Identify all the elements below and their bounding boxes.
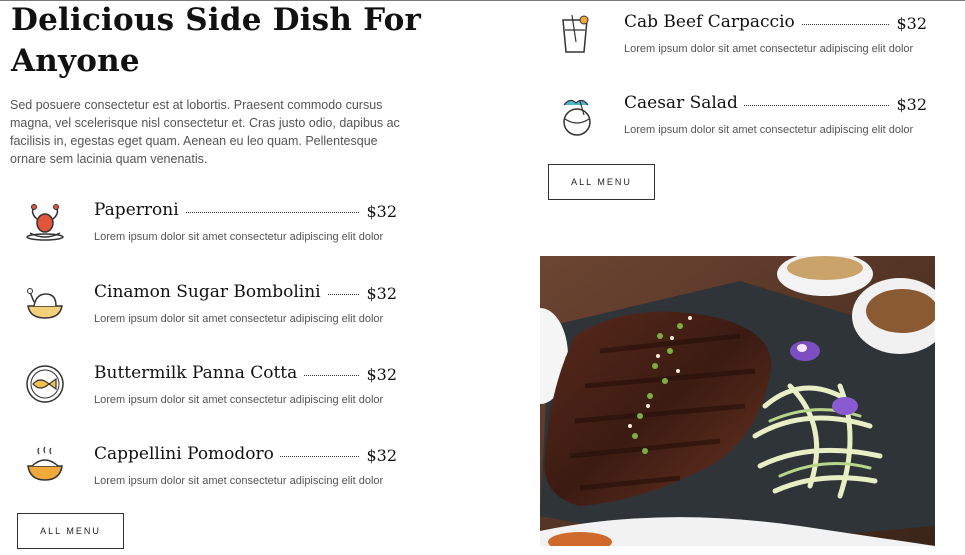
- menu-item-description: Lorem ipsum dolor sit amet consectetur a…: [94, 475, 384, 487]
- food-photo: [540, 256, 935, 546]
- menu-item[interactable]: Paperroni $32 Lorem ipsum dolor sit amet…: [94, 200, 397, 250]
- lobster-dish-icon: [26, 204, 64, 241]
- menu-item-price: $32: [360, 446, 397, 465]
- menu-item-description: Lorem ipsum dolor sit amet consectetur a…: [94, 313, 384, 325]
- all-menu-button-left[interactable]: ALL MENU: [17, 513, 124, 549]
- menu-item-name: Cinamon Sugar Bombolini: [94, 282, 327, 302]
- all-menu-button-right[interactable]: ALL MENU: [548, 164, 655, 200]
- intro-paragraph: Sed posuere consectetur est at lobortis.…: [10, 98, 400, 166]
- menu-item-name: Buttermilk Panna Cotta: [94, 363, 304, 383]
- menu-item-price: $32: [360, 202, 397, 221]
- hot-soup-icon: [27, 446, 63, 481]
- menu-item[interactable]: Cinamon Sugar Bombolini $32 Lorem ipsum …: [94, 282, 397, 332]
- coconut-drink-icon: [563, 99, 591, 136]
- menu-item-price: $32: [360, 365, 397, 384]
- menu-item-description: Lorem ipsum dolor sit amet consectetur a…: [624, 43, 914, 55]
- menu-item-price: $32: [890, 95, 927, 114]
- menu-item-description: Lorem ipsum dolor sit amet consectetur a…: [94, 394, 384, 406]
- menu-item-description: Lorem ipsum dolor sit amet consectetur a…: [94, 231, 384, 243]
- menu-item[interactable]: Cab Beef Carpaccio $32 Lorem ipsum dolor…: [624, 12, 927, 62]
- menu-item[interactable]: Cappellini Pomodoro $32 Lorem ipsum dolo…: [94, 444, 397, 494]
- menu-item-description: Lorem ipsum dolor sit amet consectetur a…: [624, 124, 914, 136]
- fish-plate-icon: [26, 365, 64, 403]
- menu-item-name: Cappellini Pomodoro: [94, 444, 280, 464]
- menu-item-name: Paperroni: [94, 200, 185, 220]
- menu-item[interactable]: Caesar Salad $32 Lorem ipsum dolor sit a…: [624, 93, 927, 143]
- menu-item-name: Caesar Salad: [624, 93, 744, 113]
- menu-item[interactable]: Buttermilk Panna Cotta $32 Lorem ipsum d…: [94, 363, 397, 413]
- menu-item-name: Cab Beef Carpaccio: [624, 12, 801, 32]
- chicken-bowl-icon: [27, 288, 63, 319]
- drink-glass-icon: [562, 14, 589, 53]
- steak-salad-image: [540, 256, 935, 546]
- page-title: Delicious Side Dish For Anyone: [11, 2, 421, 79]
- menu-item-price: $32: [360, 284, 397, 303]
- menu-item-price: $32: [890, 14, 927, 33]
